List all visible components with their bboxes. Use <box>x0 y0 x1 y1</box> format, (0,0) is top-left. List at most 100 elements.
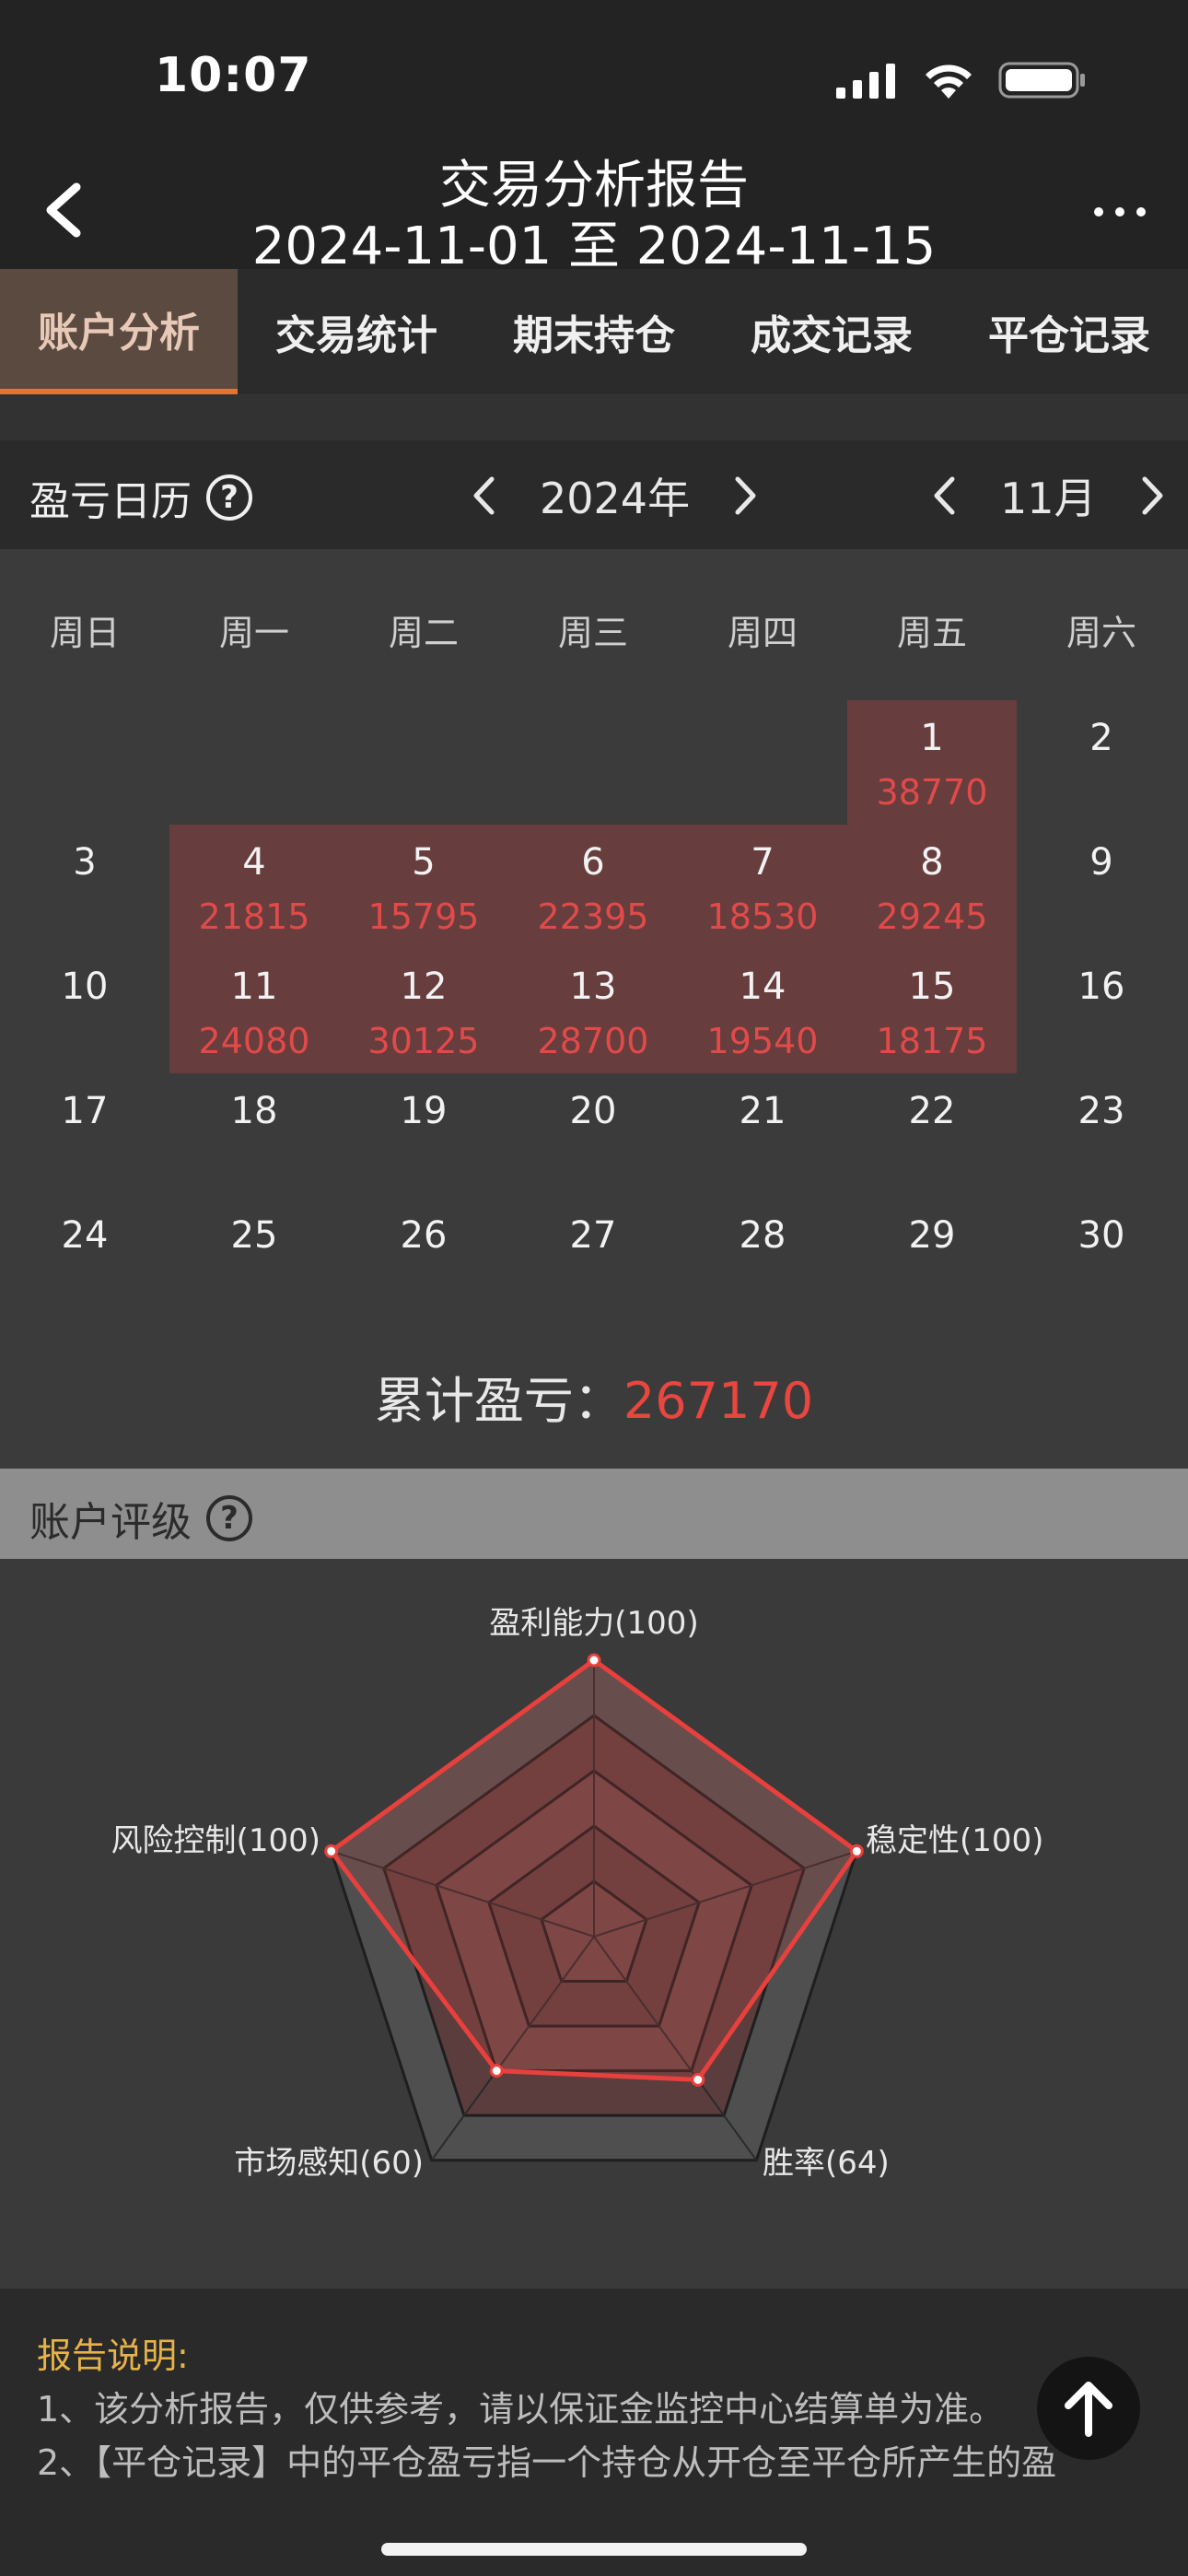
page-subtitle: 2024-11-01 至 2024-11-15 <box>251 217 937 276</box>
day-pnl-value: 15795 <box>367 896 480 937</box>
next-year-button[interactable] <box>723 468 769 523</box>
day-number: 15 <box>908 966 956 1008</box>
radar-point <box>324 1844 339 1858</box>
chevron-right-icon <box>1142 476 1163 515</box>
day-number: 2 <box>1089 717 1113 759</box>
signal-icon <box>836 64 895 99</box>
day-number: 1 <box>920 717 944 759</box>
weekday-row: 周日 周一 周二 周三 周四 周五 周六 <box>0 604 1188 669</box>
total-pnl: 累计盈亏：267170 <box>0 1360 1188 1433</box>
note-line-1: 1、该分析报告，仅供参考，请以保证金监控中心结算单为准。 <box>37 2389 1005 2430</box>
calendar-day[interactable]: 19 <box>339 1073 508 1198</box>
day-pnl-value: 22395 <box>537 896 649 937</box>
weekday-label: 周二 <box>388 613 459 653</box>
day-pnl-value: 18175 <box>876 1021 988 1061</box>
day-number: 19 <box>400 1090 448 1132</box>
day-number: 10 <box>61 966 109 1008</box>
calendar-day[interactable]: 1 38770 <box>847 700 1017 825</box>
calendar-day[interactable]: 14 19540 <box>678 949 847 1073</box>
day-number: 24 <box>61 1214 109 1257</box>
calendar-day[interactable]: 30 <box>1017 1198 1186 1322</box>
calendar-day[interactable]: 25 <box>169 1198 339 1322</box>
calendar-day[interactable]: 13 28700 <box>508 949 678 1073</box>
year-selector: 2024年 <box>460 461 769 531</box>
notes-title: 报告说明: <box>37 2336 189 2376</box>
tab-ending-positions[interactable]: 期末持仓 <box>475 269 713 394</box>
more-dots-icon <box>1094 207 1146 217</box>
calendar-title-wrap: 盈亏日历 ? <box>29 468 252 527</box>
day-number: 22 <box>908 1090 956 1132</box>
tab-trade-stats[interactable]: 交易统计 <box>238 269 475 394</box>
status-bar: 10:07 <box>0 0 1188 138</box>
help-icon[interactable]: ? <box>206 474 252 521</box>
rating-header: 账户评级 ? <box>0 1469 1188 1559</box>
calendar-day[interactable]: 24 <box>0 1198 169 1322</box>
chevron-left-icon <box>473 476 495 515</box>
calendar-day[interactable]: 5 15795 <box>339 825 508 949</box>
calendar-day[interactable]: 10 <box>0 949 169 1073</box>
calendar-day[interactable]: 26 <box>339 1198 508 1322</box>
calendar-day[interactable]: 8 29245 <box>847 825 1017 949</box>
calendar-day[interactable]: 6 22395 <box>508 825 678 949</box>
calendar-day[interactable]: 28 <box>678 1198 847 1322</box>
prev-year-button[interactable] <box>460 468 507 523</box>
calendar-day[interactable]: 9 <box>1017 825 1186 949</box>
total-pnl-label: 累计盈亏： <box>374 1372 623 1430</box>
year-label: 2024年 <box>540 474 691 523</box>
calendar-header: 盈亏日历 ? 2024年 11月 <box>0 440 1188 549</box>
tab-account-analysis[interactable]: 账户分析 <box>0 269 238 394</box>
home-indicator <box>381 2543 807 2556</box>
day-number: 20 <box>569 1090 617 1132</box>
prev-month-button[interactable] <box>921 468 967 523</box>
day-number: 25 <box>230 1214 278 1257</box>
month-selector: 11月 <box>921 461 1176 531</box>
calendar-day[interactable]: 20 <box>508 1073 678 1198</box>
tab-fill-records[interactable]: 成交记录 <box>713 269 950 394</box>
battery-icon <box>998 62 1085 99</box>
calendar-day[interactable]: 11 24080 <box>169 949 339 1073</box>
day-number: 3 <box>73 841 97 884</box>
day-number: 30 <box>1077 1214 1125 1257</box>
calendar-day[interactable]: 23 <box>1017 1073 1186 1198</box>
month-label: 11月 <box>1000 474 1097 523</box>
rating-title-wrap: 账户评级 ? <box>29 1489 252 1548</box>
day-pnl-value: 21815 <box>198 896 310 937</box>
next-month-button[interactable] <box>1130 468 1176 523</box>
radar-axis-label: 盈利能力(100) <box>489 1605 699 1642</box>
day-number: 7 <box>751 841 775 884</box>
radar-point <box>849 1844 864 1858</box>
day-pnl-value: 38770 <box>876 772 988 813</box>
more-button[interactable] <box>1083 184 1157 240</box>
calendar-day[interactable]: 29 <box>847 1198 1017 1322</box>
note-line-2: 2、【平仓记录】中的平仓盈亏指一个持仓从开仓至平仓所产生的盈 <box>37 2442 1057 2483</box>
calendar-day[interactable]: 7 18530 <box>678 825 847 949</box>
section-spacer <box>0 394 1188 440</box>
calendar-day[interactable]: 15 18175 <box>847 949 1017 1073</box>
calendar-day[interactable]: 4 21815 <box>169 825 339 949</box>
weekday-label: 周四 <box>727 613 798 653</box>
day-number: 9 <box>1089 841 1113 884</box>
weekday-label: 周五 <box>896 613 967 653</box>
tab-close-records[interactable]: 平仓记录 <box>950 269 1188 394</box>
calendar-day[interactable]: 17 <box>0 1073 169 1198</box>
calendar-day[interactable]: 2 <box>1017 700 1186 825</box>
day-number: 27 <box>569 1214 617 1257</box>
tab-bar: 账户分析 交易统计 期末持仓 成交记录 平仓记录 <box>0 269 1188 394</box>
weekday-label: 周一 <box>218 613 289 653</box>
day-number: 12 <box>400 966 448 1008</box>
radar-point <box>587 1653 601 1668</box>
day-number: 6 <box>581 841 605 884</box>
calendar-day[interactable]: 18 <box>169 1073 339 1198</box>
calendar-day[interactable]: 27 <box>508 1198 678 1322</box>
help-icon[interactable]: ? <box>206 1495 252 1541</box>
calendar-day[interactable]: 12 30125 <box>339 949 508 1073</box>
day-number: 21 <box>739 1090 786 1132</box>
day-number: 26 <box>400 1214 448 1257</box>
day-number: 17 <box>61 1090 109 1132</box>
day-pnl-value: 28700 <box>537 1021 649 1061</box>
scroll-to-top-button[interactable] <box>1037 2357 1140 2460</box>
calendar-day[interactable]: 21 <box>678 1073 847 1198</box>
calendar-day[interactable]: 16 <box>1017 949 1186 1073</box>
calendar-day[interactable]: 22 <box>847 1073 1017 1198</box>
calendar-day[interactable]: 3 <box>0 825 169 949</box>
